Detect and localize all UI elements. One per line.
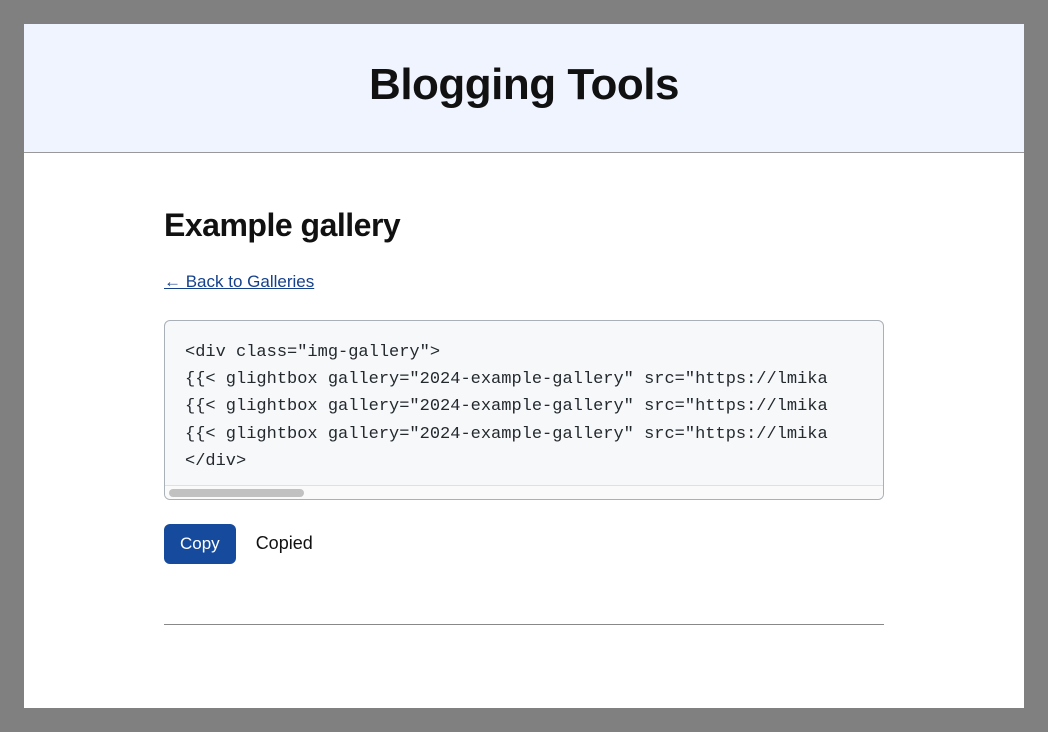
horizontal-scrollbar-track[interactable]	[165, 485, 883, 499]
copy-status-text: Copied	[256, 533, 313, 554]
app-window: Blogging Tools Example gallery ← Back to…	[24, 24, 1024, 708]
content-inner: Example gallery ← Back to Galleries <div…	[164, 207, 884, 625]
code-snippet[interactable]: <div class="img-gallery"> {{< glightbox …	[165, 321, 883, 485]
app-title: Blogging Tools	[44, 60, 1004, 110]
horizontal-scrollbar-thumb[interactable]	[169, 489, 304, 497]
code-block-container: <div class="img-gallery"> {{< glightbox …	[164, 320, 884, 500]
action-row: Copy Copied	[164, 524, 884, 564]
back-to-galleries-link[interactable]: ← Back to Galleries	[164, 272, 314, 292]
section-divider	[164, 624, 884, 625]
app-header: Blogging Tools	[24, 24, 1024, 153]
copy-button[interactable]: Copy	[164, 524, 236, 564]
page-title: Example gallery	[164, 207, 884, 244]
main-content: Example gallery ← Back to Galleries <div…	[24, 153, 1024, 708]
